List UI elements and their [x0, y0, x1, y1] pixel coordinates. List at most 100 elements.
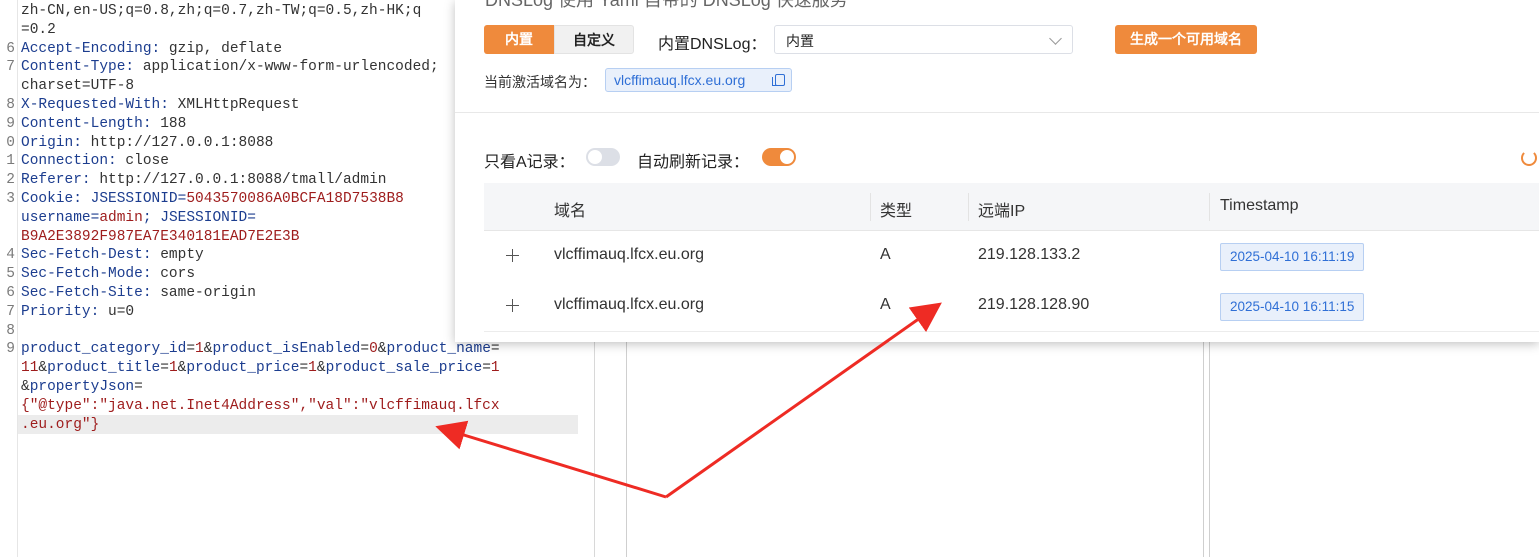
code-token: cors: [151, 266, 196, 283]
code-token: &: [316, 360, 326, 377]
builtin-dnslog-select[interactable]: 内置: [774, 25, 1073, 54]
expand-row-icon[interactable]: [506, 249, 519, 262]
code-token: empty: [151, 247, 204, 264]
line-number: 5: [6, 266, 15, 283]
header-separator: [870, 193, 871, 221]
line-number: 0: [6, 134, 15, 151]
row-domain: vlcffimauq.lfcx.eu.org: [554, 296, 704, 313]
line-text: charset=UTF-8: [21, 77, 134, 96]
line-number: 8: [6, 97, 15, 113]
code-token: product_price: [186, 360, 300, 377]
line-number: 1: [6, 153, 15, 170]
code-token: &: [38, 360, 48, 377]
line-text: Content-Length: 188: [21, 115, 186, 134]
select-value: 内置: [786, 33, 814, 49]
line-number: 7: [6, 303, 15, 320]
auto-refresh-toggle[interactable]: [762, 148, 796, 166]
line-text: X-Requested-With: XMLHttpRequest: [21, 96, 299, 115]
code-token: Content-Length:: [21, 115, 152, 132]
code-token: X-Requested-With:: [21, 97, 169, 113]
row-timestamp-badge: 2025-04-10 16:11:19: [1220, 243, 1365, 271]
code-token: 1: [195, 341, 204, 358]
header-separator: [1209, 193, 1210, 221]
code-token: =: [360, 341, 370, 358]
line-text: &propertyJson=: [21, 378, 143, 397]
code-token: product_category_id: [21, 341, 187, 358]
row-domain: vlcffimauq.lfcx.eu.org: [554, 246, 704, 263]
row-timestamp-badge: 2025-04-10 16:11:15: [1220, 293, 1365, 321]
code-token: =: [160, 360, 169, 377]
column-header-remote-ip: 远端IP: [978, 203, 1026, 220]
code-token: 1: [308, 360, 317, 377]
only-a-record-label: 只看A记录：: [484, 154, 575, 171]
code-token: B9A2E3892F987EA7E340181EAD7E2E3B: [21, 228, 300, 245]
code-token: admin: [99, 209, 143, 226]
row-remote-ip: 219.128.128.90: [978, 296, 1090, 313]
code-token: &: [21, 379, 30, 395]
column-divider: [1203, 330, 1204, 557]
code-token: Sec-Fetch-Site:: [21, 285, 152, 301]
line-text: {"@type":"java.net.Inet4Address","val":"…: [21, 397, 500, 416]
code-token: Connection:: [21, 153, 117, 170]
line-text: Cookie: JSESSIONID=5043570086A0BCFA18D75…: [21, 190, 404, 209]
column-header-type: 类型: [880, 203, 913, 220]
line-text: Origin: http://127.0.0.1:8088: [21, 134, 273, 153]
line-text: Referer: http://127.0.0.1:8088/tmall/adm…: [21, 171, 386, 190]
only-a-record-toggle[interactable]: [586, 148, 620, 166]
code-token: =: [490, 341, 500, 358]
code-token: product_sale_price: [325, 360, 483, 377]
builtin-dnslog-label: 内置DNSLog：: [658, 36, 767, 53]
code-token: zh-CN,en-US;q=0.8,zh;q=0.7,zh-TW;q=0.5,z…: [21, 3, 422, 19]
generate-domain-button[interactable]: 生成一个可用域名: [1115, 25, 1257, 54]
line-text: Content-Type: application/x-www-form-url…: [21, 58, 439, 77]
line-number: 8: [6, 322, 15, 339]
line-text: Priority: u=0: [21, 303, 134, 322]
current-domain-chip: vlcffimauq.lfcx.eu.org: [605, 68, 792, 92]
copy-icon[interactable]: [772, 74, 785, 86]
code-token: 11: [21, 360, 39, 377]
code-token: 1: [168, 360, 178, 377]
toggle-knob: [780, 150, 794, 164]
chevron-down-icon: [1049, 32, 1062, 45]
code-token: =: [299, 360, 309, 377]
line-text: Sec-Fetch-Site: same-origin: [21, 284, 256, 303]
line-number: 4: [6, 247, 15, 264]
expand-row-icon[interactable]: [506, 299, 519, 312]
tab-custom[interactable]: 自定义: [554, 25, 634, 54]
line-text: zh-CN,en-US;q=0.8,zh;q=0.7,zh-TW;q=0.5,z…: [21, 2, 421, 21]
code-token: 1: [490, 360, 500, 377]
toggle-knob: [588, 150, 602, 164]
row-type: A: [880, 246, 891, 263]
table-row: vlcffimauq.lfcx.eu.org A 219.128.133.2 2…: [484, 231, 1539, 282]
auto-refresh-label: 自动刷新记录：: [637, 154, 750, 171]
line-text: Sec-Fetch-Mode: cors: [21, 265, 195, 284]
code-token: {"@type":"java.net.Inet4Address","val":"…: [21, 397, 500, 414]
code-token: ; JSESSIONID=: [142, 209, 256, 226]
line-number: 7: [6, 59, 15, 76]
line-text: .eu.org"}: [21, 416, 99, 435]
line-number: 6: [6, 285, 15, 301]
line-number: 9: [6, 115, 15, 132]
line-text: Sec-Fetch-Dest: empty: [21, 246, 204, 265]
current-domain-label: 当前激活域名为：: [484, 74, 596, 90]
line-text: B9A2E3892F987EA7E340181EAD7E2E3B: [21, 228, 299, 247]
code-token: Accept-Encoding:: [21, 40, 161, 57]
line-text: Connection: close: [21, 152, 169, 171]
header-separator: [968, 193, 969, 221]
code-token: username=: [21, 209, 100, 226]
code-token: 188: [151, 115, 187, 132]
line-number: 6: [6, 40, 15, 57]
code-token: propertyJson: [29, 379, 135, 395]
code-token: Content-Type:: [21, 59, 135, 76]
tab-builtin[interactable]: 内置: [484, 25, 554, 54]
code-token: charset=UTF-8: [21, 78, 135, 95]
row-remote-ip: 219.128.133.2: [978, 246, 1081, 263]
code-token: .eu.org"}: [21, 416, 100, 433]
code-token: Priority:: [21, 303, 100, 320]
current-line-highlight: [18, 415, 578, 434]
divider: [455, 112, 1539, 113]
code-token: JSESSIONID=: [81, 191, 187, 207]
line-text: product_category_id=1&product_isEnabled=…: [21, 340, 500, 359]
refresh-icon[interactable]: [1521, 150, 1537, 166]
code-token: product_name: [386, 341, 491, 358]
